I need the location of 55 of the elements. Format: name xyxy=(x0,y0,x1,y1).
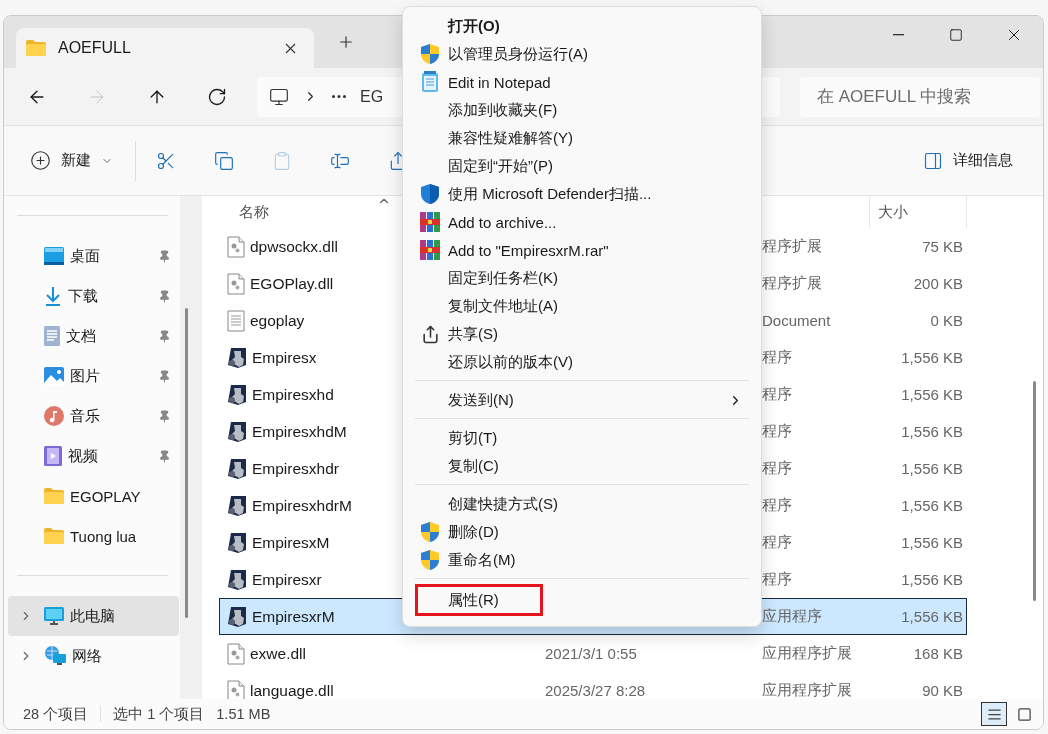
sidebar-label: 下载 xyxy=(68,286,99,306)
type-cell: 程序 xyxy=(762,570,792,587)
size-cell-text: 168 KB xyxy=(912,645,964,662)
size-cell-text: 1,556 KB xyxy=(900,571,964,588)
date-cell: 2025/3/27 8:28 xyxy=(545,681,646,699)
type-cell: 程序扩展 xyxy=(762,237,822,254)
file-name: language.dll xyxy=(250,681,334,699)
sidebar-label: 视频 xyxy=(68,446,99,466)
file-name: Empiresxhd xyxy=(252,385,334,404)
file-name: Empiresxr xyxy=(252,570,322,589)
size-cell-text: 0 KB xyxy=(929,312,964,329)
type-cell: 程序 xyxy=(762,459,792,476)
sidebar-label: Tuong lua xyxy=(70,527,138,545)
selection-size: 1.51 MB xyxy=(216,706,271,722)
type-cell: Document xyxy=(762,311,831,329)
sidebar-label: 图片 xyxy=(70,366,101,386)
size-cell-text: 1,556 KB xyxy=(900,460,964,477)
selection-count: 选中 1 个项目 xyxy=(113,704,205,724)
sidebar-label: 桌面 xyxy=(70,246,101,266)
item-count: 28 个项目 xyxy=(23,704,89,724)
size-cell-text: 1,556 KB xyxy=(900,349,964,366)
type-cell: 程序 xyxy=(762,385,792,402)
file-name: Empiresx xyxy=(252,348,317,367)
sidebar-label: 此电脑 xyxy=(70,606,116,626)
date-cell: 2021/3/1 0:55 xyxy=(545,644,637,662)
sidebar-label: 网络 xyxy=(72,646,103,666)
tab-title: AOEFULL xyxy=(58,39,132,57)
file-name: dpwsockx.dll xyxy=(250,237,338,256)
file-name: egoplay xyxy=(250,311,305,330)
sidebar-label: 文档 xyxy=(66,326,97,346)
type-cell: 程序 xyxy=(762,348,792,365)
type-cell: 应用程序扩展 xyxy=(762,681,852,698)
size-cell-text: 200 KB xyxy=(912,275,964,292)
file-name: EmpiresxrM xyxy=(252,607,335,626)
file-name: exwe.dll xyxy=(250,644,306,663)
type-cell: 应用程序扩展 xyxy=(762,644,852,661)
type-cell: 应用程序 xyxy=(762,607,822,624)
file-name: Empiresxhdr xyxy=(252,459,339,478)
size-cell-text: 1,556 KB xyxy=(900,386,964,403)
size-cell-text: 1,556 KB xyxy=(900,534,964,551)
type-cell: 程序 xyxy=(762,496,792,513)
sidebar-label: 音乐 xyxy=(70,406,101,426)
size-cell-text: 1,556 KB xyxy=(900,608,964,625)
type-cell: 程序 xyxy=(762,422,792,439)
size-cell-text: 75 KB xyxy=(921,238,964,255)
type-cell: 程序扩展 xyxy=(762,274,822,291)
file-name: EmpiresxhdrM xyxy=(252,496,352,515)
size-cell-text: 90 KB xyxy=(921,682,964,699)
file-name: EmpiresxhdM xyxy=(252,422,347,441)
file-name: EmpiresxM xyxy=(252,533,330,552)
size-cell-text: 1,556 KB xyxy=(900,423,964,440)
sidebar-label: EGOPLAY xyxy=(70,487,142,505)
file-name: EGOPlay.dll xyxy=(250,274,334,293)
type-cell: 程序 xyxy=(762,533,792,550)
size-cell-text: 1,556 KB xyxy=(900,497,964,514)
